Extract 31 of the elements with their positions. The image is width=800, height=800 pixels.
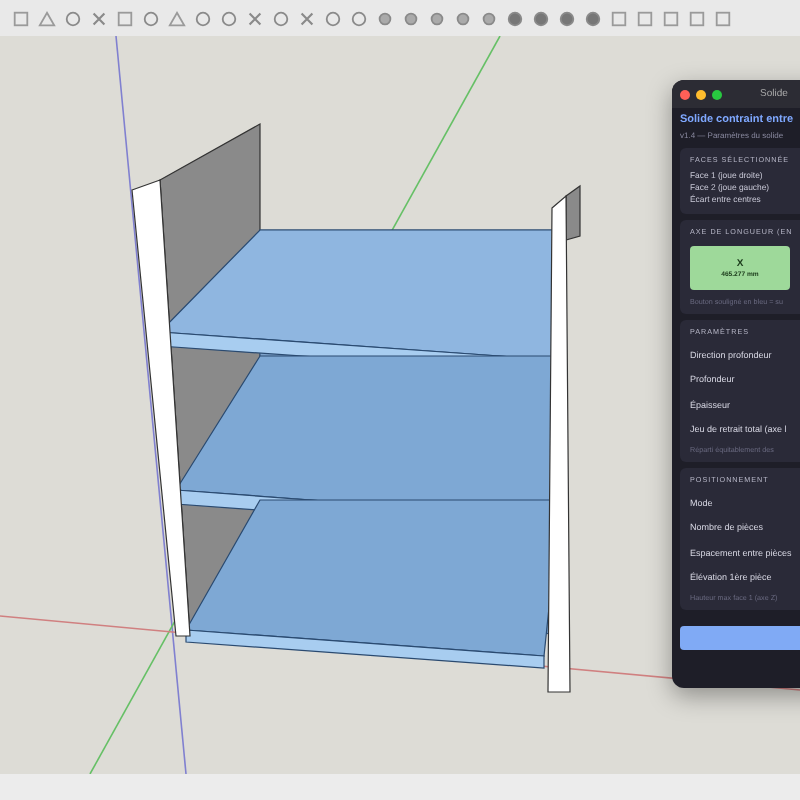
square-icon[interactable] xyxy=(714,9,732,27)
circle-icon[interactable] xyxy=(480,9,498,27)
cross-icon[interactable] xyxy=(298,9,316,27)
square-icon[interactable] xyxy=(116,9,134,27)
square-icon[interactable] xyxy=(636,9,654,27)
circle-icon[interactable] xyxy=(142,9,160,27)
circle-icon[interactable] xyxy=(350,9,368,27)
circle-icon[interactable] xyxy=(220,9,238,27)
circle-icon[interactable] xyxy=(324,9,342,27)
triangle-icon[interactable] xyxy=(38,9,56,27)
close-button[interactable] xyxy=(680,89,690,99)
circle-icon[interactable] xyxy=(428,9,446,27)
triangle-icon[interactable] xyxy=(168,9,186,27)
cross-icon[interactable] xyxy=(90,9,108,27)
square-icon[interactable] xyxy=(610,9,628,27)
circle-icon[interactable] xyxy=(454,9,472,27)
square-icon[interactable] xyxy=(662,9,680,27)
circle-icon[interactable] xyxy=(272,9,290,27)
square-icon[interactable] xyxy=(12,9,30,27)
circle-icon[interactable] xyxy=(506,9,524,27)
circle-icon[interactable] xyxy=(558,9,576,27)
minimize-button[interactable] xyxy=(696,89,706,99)
circle-icon[interactable] xyxy=(532,9,550,27)
square-icon[interactable] xyxy=(688,9,706,27)
cross-icon[interactable] xyxy=(246,9,264,27)
circle-icon[interactable] xyxy=(584,9,602,27)
circle-icon[interactable] xyxy=(376,9,394,27)
circle-icon[interactable] xyxy=(64,9,82,27)
zoom-button[interactable] xyxy=(712,89,722,99)
circle-icon[interactable] xyxy=(402,9,420,27)
circle-icon[interactable] xyxy=(194,9,212,27)
